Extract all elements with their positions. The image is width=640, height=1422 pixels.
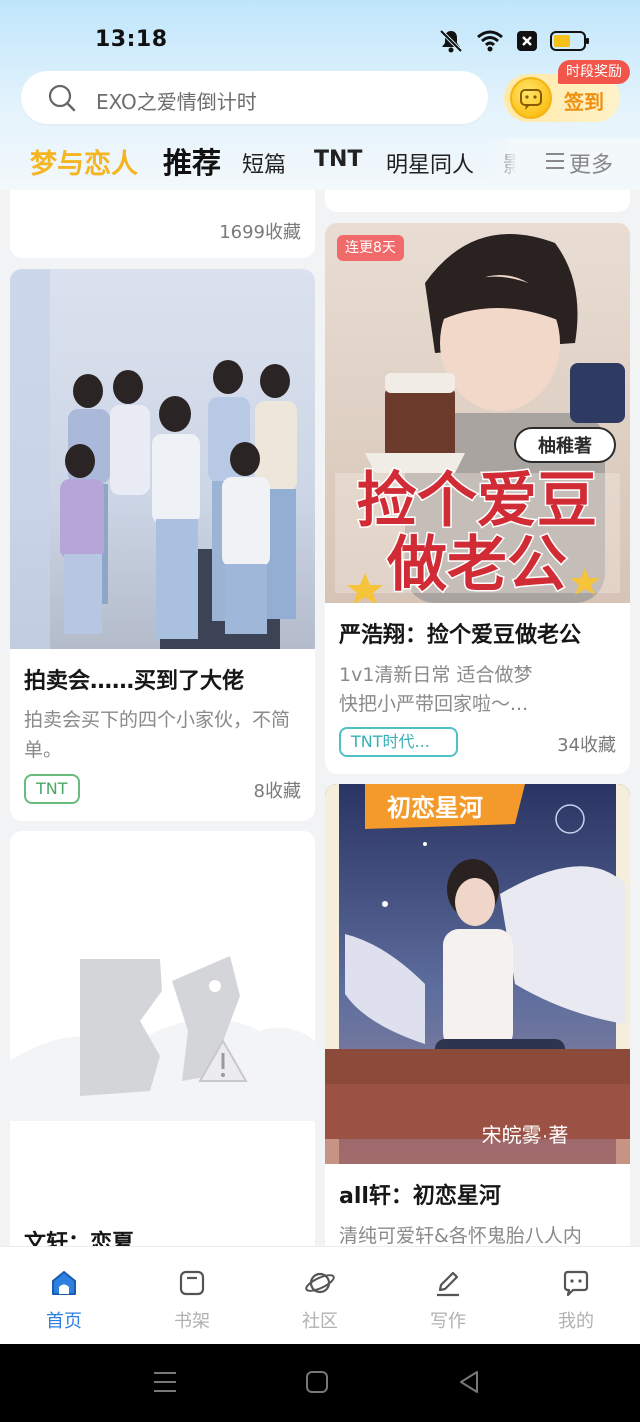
search-input[interactable]: EXO之爱情倒计时 (21, 71, 488, 124)
nav-write-label: 写作 (430, 1311, 466, 1332)
book-cover-image (10, 269, 315, 649)
pen-icon (437, 1271, 459, 1297)
tab-recommend[interactable]: 推荐 (163, 140, 221, 182)
tab-brand[interactable]: 梦与恋人 (30, 142, 138, 181)
book-card[interactable] (325, 190, 630, 212)
checkin-label: 签到 (564, 90, 604, 114)
home-icon (52, 1271, 76, 1295)
nav-home-label: 首页 (46, 1311, 82, 1332)
system-navigation-bar (0, 1344, 640, 1422)
status-time: 13:18 (95, 27, 168, 52)
battery-icon (550, 31, 589, 51)
chat-bubble-icon (563, 1270, 589, 1297)
nav-me-label: 我的 (558, 1311, 594, 1332)
tab-tnt[interactable]: TNT (314, 147, 362, 172)
back-icon[interactable] (457, 1370, 481, 1394)
nav-bookshelf[interactable]: 书架 (128, 1247, 256, 1345)
recent-apps-icon[interactable] (152, 1370, 178, 1394)
book-title: all轩：初恋星河 (339, 1184, 501, 1209)
book-description: 拍卖会买下的四个小家伙，不简单。 (24, 709, 291, 761)
image-load-failed-placeholder (10, 831, 315, 1211)
svg-text:做老公: 做老公 (386, 531, 567, 598)
status-icons (438, 28, 590, 54)
book-card[interactable]: 拍卖会……买到了大佬 拍卖会买下的四个小家伙，不简单。 TNT 8收藏 (10, 269, 315, 821)
svg-text:柚稚著: 柚稚著 (538, 435, 592, 456)
book-title: 拍卖会……买到了大佬 (24, 669, 245, 694)
more-fade (490, 138, 640, 182)
book-tag[interactable]: TNT (24, 774, 80, 804)
search-placeholder: EXO之爱情倒计时 (96, 90, 257, 114)
svg-text:捡个爱豆: 捡个爱豆 (357, 467, 597, 534)
book-card[interactable]: 1699收藏 (10, 190, 315, 258)
book-tag[interactable]: TNT时代... (339, 727, 458, 757)
reward-badge: 时段奖励 (558, 60, 630, 84)
nav-bookshelf-label: 书架 (174, 1311, 210, 1332)
wifi-icon (477, 30, 503, 52)
nav-me[interactable]: 我的 (512, 1247, 640, 1345)
book-description-line2: 快把小严带回家啦～... (339, 693, 529, 715)
planet-icon (305, 1272, 335, 1294)
status-bar: 13:18 (0, 0, 640, 80)
nav-community-label: 社区 (302, 1311, 338, 1332)
home-button-icon[interactable] (305, 1370, 329, 1394)
category-tabs: 梦与恋人 推荐 短篇 TNT 明星同人 影 更多 (0, 138, 640, 186)
book-card[interactable]: 文轩：恋夏 (10, 831, 315, 1246)
mute-icon (439, 29, 463, 53)
search-icon (48, 84, 76, 112)
favorite-count: 1699收藏 (219, 222, 301, 243)
menu-icon[interactable] (545, 152, 565, 170)
sim-off-icon (517, 31, 537, 51)
book-cover-image: 初恋星河 宋皖雾·著 (325, 784, 630, 1164)
book-title: 严浩翔：捡个爱豆做老公 (339, 623, 582, 648)
nav-community[interactable]: 社区 (256, 1247, 384, 1345)
nav-write[interactable]: 写作 (384, 1247, 512, 1345)
book-card[interactable]: 初恋星河 宋皖雾·著 all轩：初恋星河 清纯可爱轩&各怀鬼胎八人内 (325, 784, 630, 1246)
book-feed: 1699收藏 拍卖会……买到了大佬 拍卖会买下的四个小家伙，不简单。 TNT 8… (0, 190, 640, 1246)
tab-celebrity-fanfic[interactable]: 明星同人 (386, 147, 474, 179)
book-card[interactable]: 捡个爱豆 做老公 柚稚著 连更8天 严浩翔：捡个爱豆做老公 1v1清新日常 适合… (325, 223, 630, 774)
book-title: 文轩：恋夏 (24, 1231, 135, 1246)
coin-icon (510, 77, 552, 119)
book-description: 清纯可爱轩&各怀鬼胎八人内 (339, 1225, 582, 1246)
nav-home[interactable]: 首页 (0, 1247, 128, 1345)
svg-text:宋皖雾·著: 宋皖雾·著 (482, 1124, 569, 1147)
update-streak-badge: 连更8天 (337, 235, 404, 261)
tab-more[interactable]: 更多 (569, 147, 613, 179)
book-cover-image: 捡个爱豆 做老公 柚稚著 (325, 223, 630, 603)
svg-text:初恋星河: 初恋星河 (387, 794, 483, 822)
book-description-line1: 1v1清新日常 适合做梦 (339, 664, 533, 686)
favorite-count: 8收藏 (253, 781, 301, 802)
bottom-navigation: 首页 书架 社区 写作 我的 (0, 1246, 640, 1344)
bookshelf-icon (179, 1270, 205, 1296)
tab-short[interactable]: 短篇 (242, 147, 286, 179)
favorite-count: 34收藏 (557, 735, 616, 756)
